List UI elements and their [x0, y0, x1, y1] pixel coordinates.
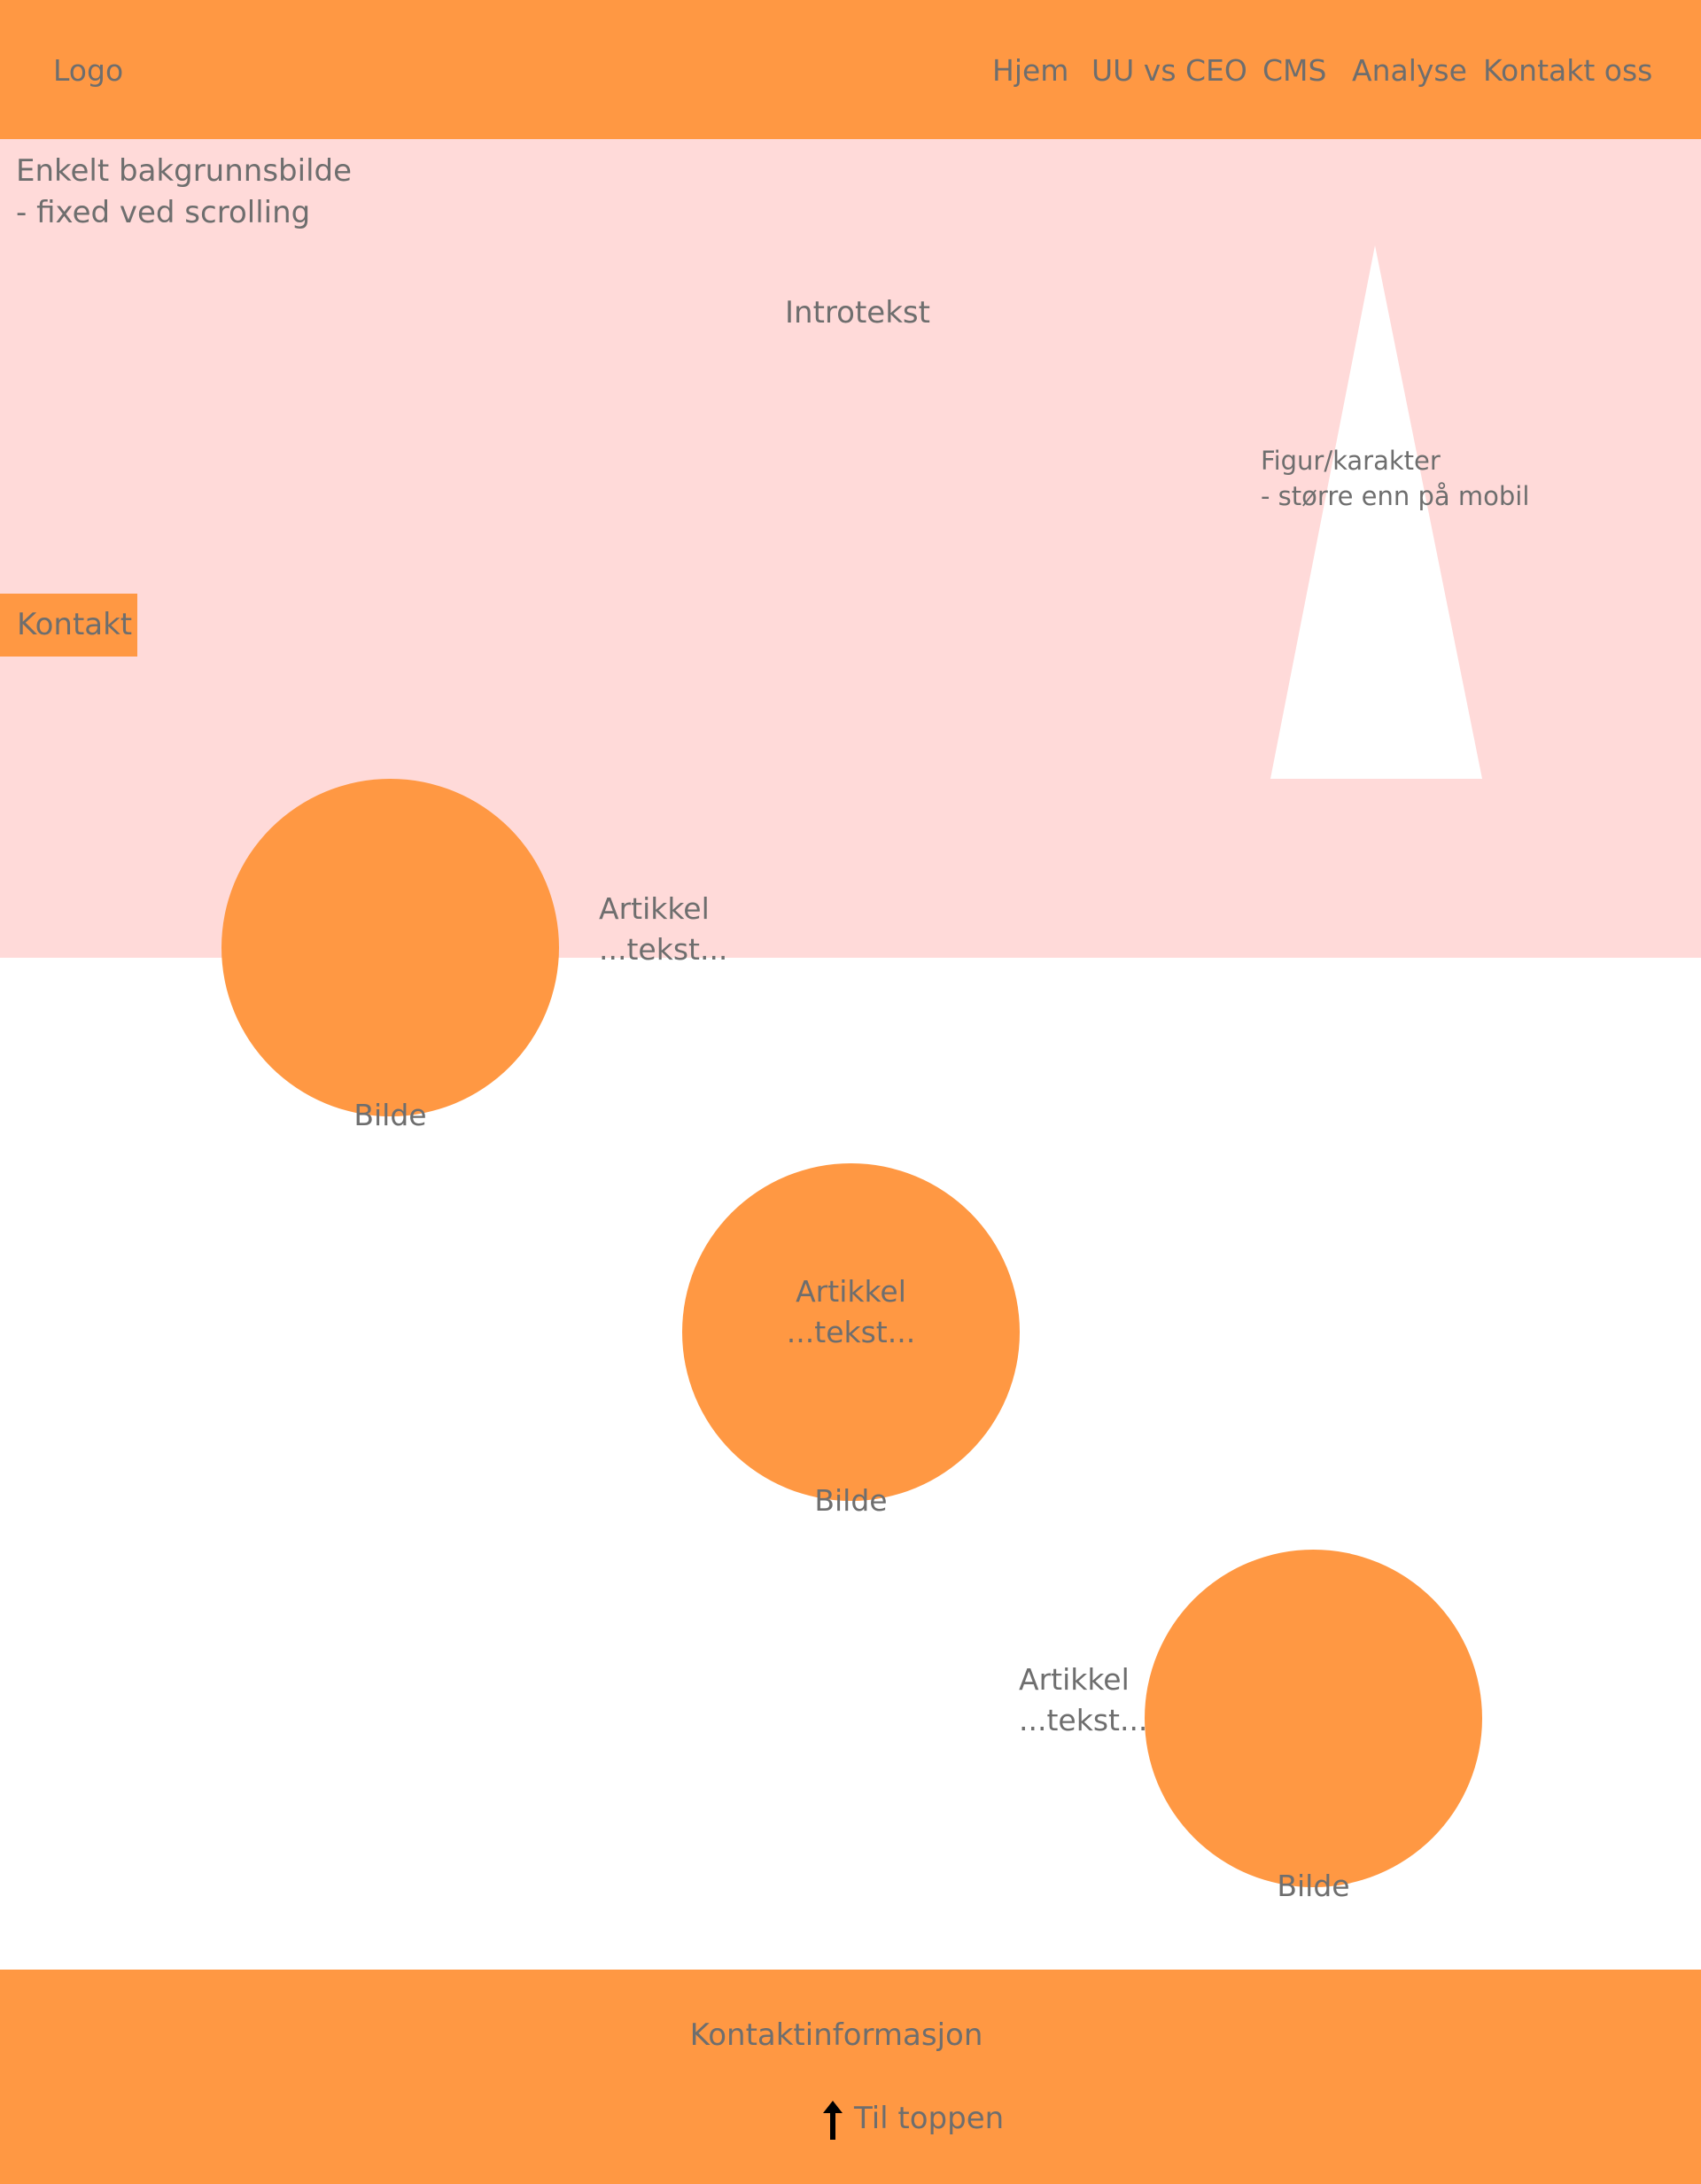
figure-note-line-2: - større enn på mobil	[1261, 481, 1530, 511]
nav-item-analyse[interactable]: Analyse	[1352, 51, 1467, 90]
article-text-1[interactable]: Artikkel ...tekst...	[599, 889, 727, 970]
nav-item-cms[interactable]: CMS	[1262, 51, 1326, 90]
kontakt-tab-button[interactable]: Kontakt	[0, 594, 137, 657]
article-image-3[interactable]	[1145, 1550, 1482, 1887]
image-caption-2: Bilde	[814, 1483, 888, 1518]
article-text-2[interactable]: Artikkel ...tekst...	[682, 1271, 1020, 1353]
background-note-line-1: Enkelt bakgrunnsbilde	[16, 153, 353, 189]
background-note: Enkelt bakgrunnsbilde - fixed ved scroll…	[16, 151, 352, 234]
to-top-label: Til toppen	[854, 2101, 1005, 2136]
nav-item-uu-vs-ceo[interactable]: UU vs CEO	[1091, 51, 1247, 90]
article-body-2: ...tekst...	[786, 1315, 916, 1349]
article-text-3[interactable]: Artikkel ...tekst...	[1019, 1659, 1147, 1741]
nav-item-hjem[interactable]: Hjem	[992, 51, 1068, 90]
figure-note-line-1: Figur/karakter	[1261, 446, 1441, 476]
article-title-2: Artikkel	[796, 1274, 906, 1309]
article-body-1: ...tekst...	[599, 932, 728, 967]
figure-note: Figur/karakter - større enn på mobil	[1261, 443, 1529, 514]
arrow-up-icon	[823, 2100, 843, 2140]
contact-information: Kontaktinformasjon	[689, 2017, 983, 2053]
article-title-3: Artikkel	[1019, 1662, 1130, 1697]
nav-item-kontakt-oss[interactable]: Kontakt oss	[1483, 51, 1652, 90]
image-caption-3: Bilde	[1277, 1869, 1350, 1903]
image-caption-1: Bilde	[353, 1098, 427, 1132]
article-title-1: Artikkel	[599, 891, 710, 926]
intro-text: Introtekst	[785, 295, 930, 330]
article-image-1[interactable]	[221, 779, 559, 1116]
background-note-line-2: - fixed ved scrolling	[16, 195, 311, 230]
logo[interactable]: Logo	[53, 51, 123, 90]
article-body-3: ...tekst...	[1019, 1703, 1148, 1737]
to-top-link[interactable]: Til toppen	[822, 2098, 1004, 2141]
site-footer	[0, 1970, 1701, 2184]
